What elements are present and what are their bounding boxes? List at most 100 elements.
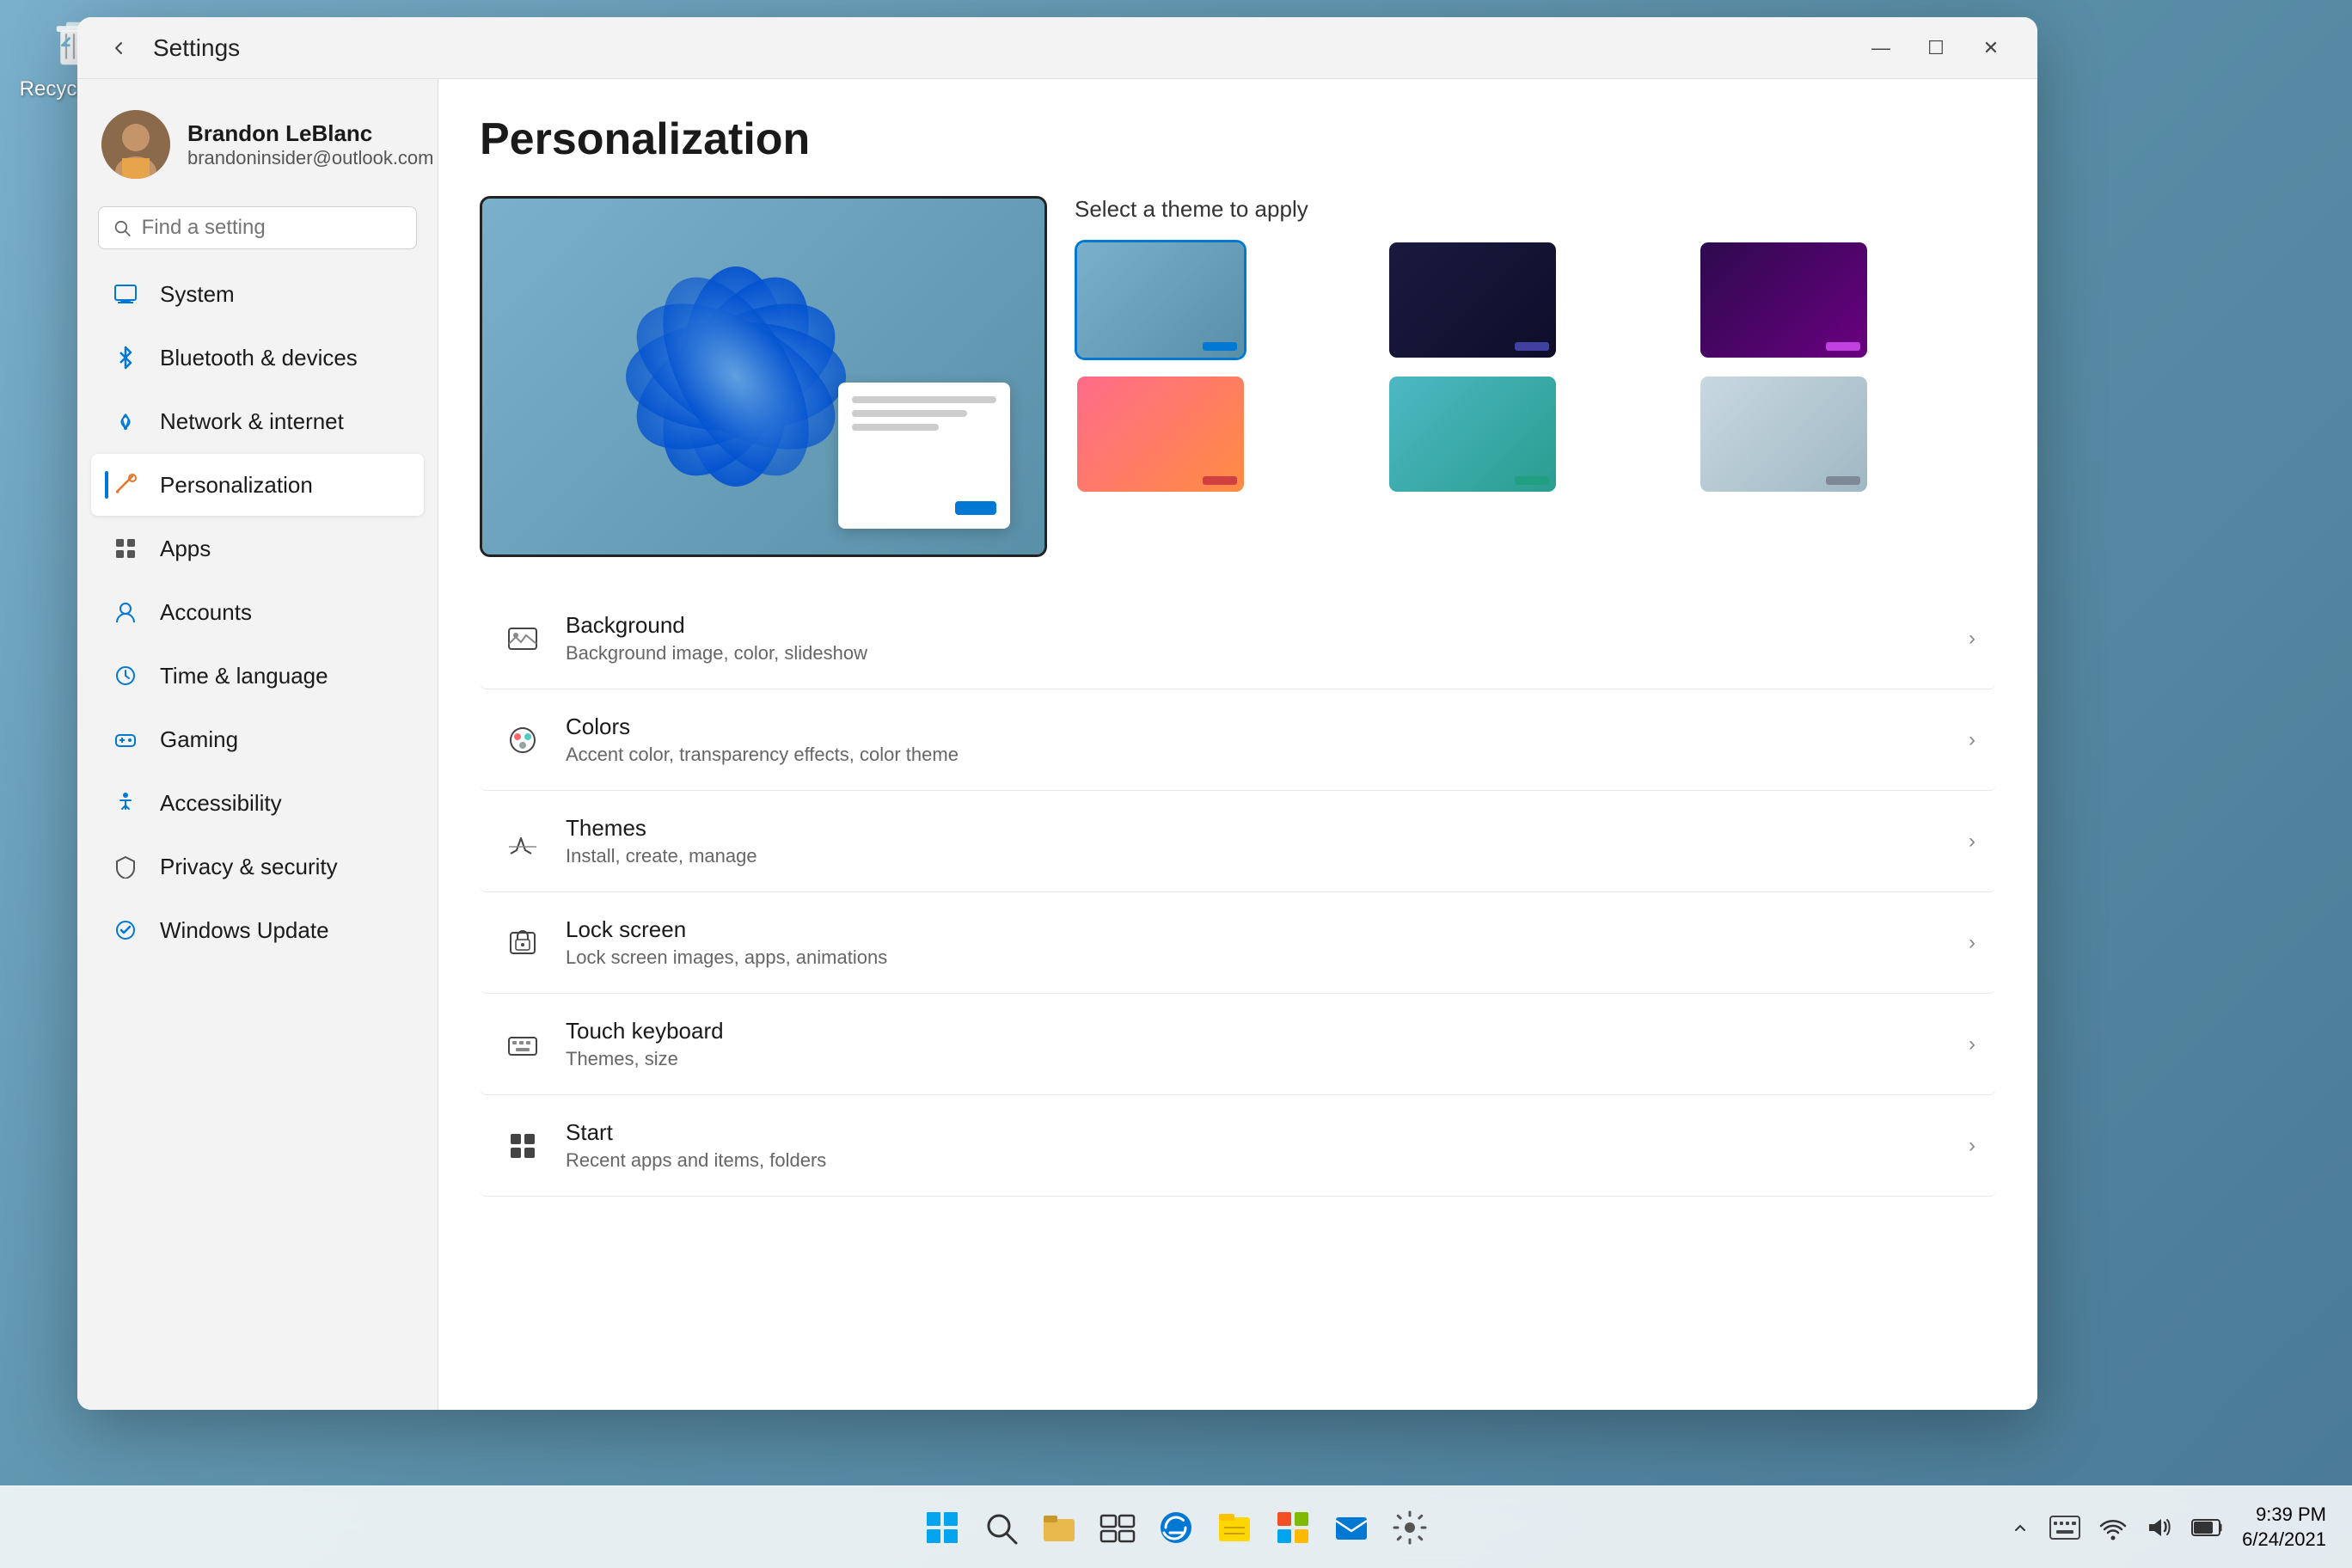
clock-date: 6/24/2021 — [2242, 1528, 2326, 1553]
colors-text: Colors Accent color, transparency effect… — [566, 714, 1948, 766]
close-button[interactable]: ✕ — [1965, 28, 2017, 69]
window-title: Settings — [153, 34, 240, 62]
system-icon — [108, 277, 143, 311]
theme-item-5[interactable] — [1387, 374, 1559, 494]
nav: System Bluetooth & devices N — [91, 263, 424, 961]
taskbar-store[interactable] — [1269, 1504, 1317, 1552]
themes-icon — [500, 819, 545, 864]
theme-item-1[interactable] — [1075, 240, 1246, 360]
desktop: Recycle Bin Settings — ☐ ✕ — [0, 0, 2352, 1568]
preview-window — [838, 383, 1010, 529]
lock-screen-title: Lock screen — [566, 916, 1948, 943]
sidebar-item-time[interactable]: Time & language — [91, 645, 424, 707]
sidebar-item-accessibility[interactable]: Accessibility — [91, 772, 424, 834]
background-icon — [500, 616, 545, 661]
settings-item-background[interactable]: Background Background image, color, slid… — [480, 588, 1996, 689]
avatar — [101, 110, 170, 179]
background-text: Background Background image, color, slid… — [566, 612, 1948, 665]
colors-subtitle: Accent color, transparency effects, colo… — [566, 744, 1948, 766]
settings-window: Settings — ☐ ✕ — [77, 17, 2037, 1410]
user-profile[interactable]: Brandon LeBlanc brandoninsider@outlook.c… — [91, 96, 424, 193]
clock-time: 9:39 PM — [2242, 1503, 2326, 1528]
start-title: Start — [566, 1119, 1948, 1146]
battery-icon[interactable] — [2187, 1504, 2228, 1552]
sidebar-item-apps[interactable]: Apps — [91, 518, 424, 579]
theme-preview-6 — [1700, 377, 1867, 492]
sidebar-item-bluetooth[interactable]: Bluetooth & devices — [91, 327, 424, 389]
sidebar-item-network[interactable]: Network & internet — [91, 390, 424, 452]
theme-item-4[interactable] — [1075, 374, 1246, 494]
theme-bar-3 — [1826, 342, 1860, 351]
sidebar-item-label-apps: Apps — [160, 536, 211, 562]
lock-screen-subtitle: Lock screen images, apps, animations — [566, 946, 1948, 969]
network-icon — [108, 404, 143, 438]
settings-item-themes[interactable]: Themes Install, create, manage › — [480, 791, 1996, 892]
right-panel: Personalization — [438, 79, 2037, 1410]
preview-wallpaper — [482, 199, 1044, 554]
lock-screen-arrow: › — [1969, 931, 1975, 955]
theme-item-6[interactable] — [1698, 374, 1870, 494]
taskbar-task-view[interactable] — [1093, 1504, 1142, 1552]
settings-item-start[interactable]: Start Recent apps and items, folders › — [480, 1095, 1996, 1197]
sidebar-item-accounts[interactable]: Accounts — [91, 581, 424, 643]
settings-item-touch-keyboard[interactable]: Touch keyboard Themes, size › — [480, 994, 1996, 1095]
themes-subtitle: Install, create, manage — [566, 845, 1948, 867]
sidebar-item-update[interactable]: Windows Update — [91, 899, 424, 961]
sidebar-item-label-network: Network & internet — [160, 408, 344, 435]
minimize-button[interactable]: — — [1855, 28, 1907, 69]
show-hidden-icons[interactable] — [2005, 1504, 2036, 1552]
colors-title: Colors — [566, 714, 1948, 740]
search-box[interactable] — [98, 206, 417, 249]
themes-arrow: › — [1969, 830, 1975, 854]
lock-screen-text: Lock screen Lock screen images, apps, an… — [566, 916, 1948, 969]
taskbar-files[interactable] — [1210, 1504, 1259, 1552]
taskbar-mail[interactable] — [1327, 1504, 1375, 1552]
theme-selector-title: Select a theme to apply — [1075, 196, 1996, 223]
keyboard-icon[interactable] — [2044, 1504, 2086, 1552]
touch-keyboard-icon — [500, 1022, 545, 1067]
start-arrow: › — [1969, 1134, 1975, 1158]
sidebar-item-gaming[interactable]: Gaming — [91, 708, 424, 770]
settings-list: Background Background image, color, slid… — [480, 588, 1996, 1197]
main-content: Brandon LeBlanc brandoninsider@outlook.c… — [77, 79, 2037, 1410]
touch-keyboard-arrow: › — [1969, 1032, 1975, 1057]
back-button[interactable] — [98, 28, 139, 69]
touch-keyboard-text: Touch keyboard Themes, size — [566, 1018, 1948, 1070]
privacy-icon — [108, 849, 143, 884]
background-title: Background — [566, 612, 1948, 639]
theme-preview-1 — [1077, 242, 1244, 358]
colors-arrow: › — [1969, 728, 1975, 752]
sidebar: Brandon LeBlanc brandoninsider@outlook.c… — [77, 79, 438, 1410]
sidebar-item-label-accounts: Accounts — [160, 599, 252, 626]
theme-preview-5 — [1389, 377, 1556, 492]
window-controls: — ☐ ✕ — [1855, 28, 2017, 69]
title-bar: Settings — ☐ ✕ — [77, 17, 2037, 79]
sidebar-item-privacy[interactable]: Privacy & security — [91, 836, 424, 897]
theme-bar-6 — [1826, 476, 1860, 485]
wifi-icon[interactable] — [2094, 1504, 2132, 1552]
theme-bar-4 — [1203, 476, 1237, 485]
page-title: Personalization — [480, 113, 1996, 165]
settings-item-lock-screen[interactable]: Lock screen Lock screen images, apps, an… — [480, 892, 1996, 994]
taskbar-settings[interactable] — [1386, 1504, 1434, 1552]
theme-item-2[interactable] — [1387, 240, 1559, 360]
lock-screen-icon — [500, 921, 545, 965]
theme-grid — [1075, 240, 1996, 494]
taskbar-search[interactable] — [977, 1504, 1025, 1552]
volume-icon[interactable] — [2141, 1504, 2178, 1552]
maximize-button[interactable]: ☐ — [1910, 28, 1962, 69]
taskbar-edge[interactable] — [1152, 1504, 1200, 1552]
sidebar-item-system[interactable]: System — [91, 263, 424, 325]
sidebar-item-label-gaming: Gaming — [160, 726, 238, 753]
sidebar-item-personalization[interactable]: Personalization — [91, 454, 424, 516]
start-button[interactable] — [918, 1504, 966, 1552]
taskbar-center — [918, 1504, 1434, 1552]
themes-title: Themes — [566, 815, 1948, 842]
taskbar-clock[interactable]: 9:39 PM 6/24/2021 — [2242, 1503, 2326, 1552]
personalization-icon — [108, 468, 143, 502]
sidebar-item-label-personalization: Personalization — [160, 472, 313, 499]
taskbar-file-explorer[interactable] — [1035, 1504, 1083, 1552]
theme-item-3[interactable] — [1698, 240, 1870, 360]
search-input[interactable] — [142, 216, 402, 240]
settings-item-colors[interactable]: Colors Accent color, transparency effect… — [480, 689, 1996, 791]
